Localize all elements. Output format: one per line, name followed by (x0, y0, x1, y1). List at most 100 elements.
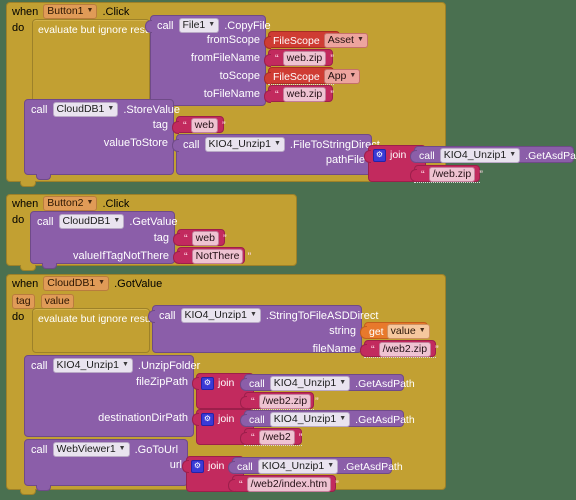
chevron-down-icon: ▼ (86, 7, 94, 14)
text-value[interactable]: web (190, 118, 218, 133)
component-dropdown-kio4-unzip1[interactable]: KIO4_Unzip1 ▼ (52, 358, 133, 373)
chevron-down-icon: ▼ (121, 361, 129, 368)
component-dropdown-kio4-unzip1[interactable]: KIO4_Unzip1 ▼ (180, 308, 261, 323)
chevron-down-icon: ▼ (509, 151, 517, 158)
arg-label-valueToStore: valueToStore (103, 137, 168, 149)
chevron-down-icon: ▼ (273, 140, 281, 147)
text-block-web-tag-2[interactable]: “ web ” (173, 229, 227, 246)
event-param-value[interactable]: value (40, 293, 74, 309)
block-bottom-notch (36, 485, 51, 491)
text-block-web2-dir[interactable]: “ /web2 ” (240, 428, 303, 445)
component-dropdown-kio4-unzip1[interactable]: KIO4_Unzip1 ▼ (439, 148, 521, 163)
helper-filescope-asset[interactable]: FileScope Asset ▼ (264, 31, 368, 49)
get-variable-value[interactable]: get value ▼ (360, 322, 430, 339)
chevron-down-icon: ▼ (86, 199, 94, 206)
open-quote-icon: “ (251, 431, 255, 444)
text-value[interactable]: /web2/index.htm (246, 477, 332, 492)
filescope-option-dropdown[interactable]: Asset ▼ (323, 33, 368, 48)
variable-dropdown[interactable]: value ▼ (386, 324, 430, 339)
component-dropdown-button1[interactable]: Button1 ▼ (43, 4, 98, 19)
event-bottom-notch-1 (20, 181, 36, 187)
text-value[interactable]: web.zip (282, 51, 327, 66)
do-label-2: do (12, 214, 25, 226)
component-dropdown-file1[interactable]: File1 ▼ (178, 18, 220, 33)
arg-label-toScope: toScope (219, 70, 260, 82)
block-bottom-notch (42, 263, 57, 269)
arg-label-valueIfTagNotThere: valueIfTagNotThere (73, 250, 169, 262)
open-quote-icon: “ (421, 168, 425, 181)
component-dropdown-clouddb1[interactable]: CloudDB1 ▼ (52, 102, 119, 117)
component-dropdown-kio4-unzip1[interactable]: KIO4_Unzip1 ▼ (269, 376, 351, 391)
text-block-notthere[interactable]: “ NotThere ” (173, 247, 251, 264)
text-value[interactable]: /web.zip (428, 167, 476, 182)
chevron-down-icon: ▼ (418, 327, 426, 334)
text-block-web-zip-path-1[interactable]: “ /web.zip ” (410, 165, 483, 182)
chevron-down-icon: ▼ (98, 279, 106, 286)
open-quote-icon: “ (251, 395, 255, 408)
text-value[interactable]: /web2.zip (378, 342, 432, 357)
open-quote-icon: “ (184, 250, 188, 263)
call-kio4-getasdpath-3[interactable]: call KIO4_Unzip1 ▼ .GetAsdPath (240, 410, 415, 427)
block-highlight-underline (244, 445, 302, 446)
arg-label-toFileName: toFileName (203, 88, 260, 100)
event-param-tag[interactable]: tag (12, 293, 35, 309)
component-dropdown-button2[interactable]: Button2 ▼ (43, 196, 98, 211)
chevron-down-icon: ▼ (327, 462, 335, 469)
evaluate-but-ignore-result-1[interactable]: evaluate but ignore result (32, 19, 156, 106)
chevron-down-icon: ▼ (339, 415, 347, 422)
text-block-web-zip-1[interactable]: “ web.zip ” (264, 49, 334, 67)
call-kio4-getasdpath-2[interactable]: call KIO4_Unzip1 ▼ .GetAsdPath (240, 374, 415, 391)
text-value[interactable]: web.zip (282, 87, 327, 102)
component-dropdown-clouddb1[interactable]: CloudDB1 ▼ (43, 276, 110, 291)
text-block-web-zip-2[interactable]: “ web.zip ” (264, 85, 334, 103)
blocks-canvas[interactable]: when Button1 ▼ .Click do evaluate but ign… (0, 0, 576, 500)
call-kio4-getasdpath-1[interactable]: call KIO4_Unzip1▼ .GetAsdPath (410, 146, 576, 163)
arg-label-destinationDirPath: destinationDirPath (98, 412, 188, 424)
block-bottom-notch (36, 174, 51, 180)
text-value[interactable]: /web2.zip (258, 394, 312, 409)
close-quote-icon: ” (221, 119, 226, 132)
chevron-down-icon: ▼ (249, 311, 257, 318)
chevron-down-icon: ▼ (356, 36, 364, 43)
open-quote-icon: “ (275, 52, 279, 65)
helper-filescope-app[interactable]: FileScope App ▼ (264, 67, 361, 85)
evaluate-but-ignore-result-2[interactable]: evaluate but ignore result (32, 308, 156, 353)
chevron-down-icon: ▼ (118, 445, 126, 452)
component-dropdown-kio4-unzip1[interactable]: KIO4_Unzip1 ▼ (257, 459, 339, 474)
close-quote-icon: ” (330, 88, 334, 101)
arg-label-tag-get: tag (153, 232, 169, 244)
block-highlight-underline (414, 182, 480, 183)
arg-label-url: url (169, 459, 182, 471)
text-block-web2-index-htm[interactable]: “ /web2/index.htm ” (228, 475, 339, 492)
event-params-row: tag value (12, 293, 112, 309)
component-dropdown-kio4-unzip1[interactable]: KIO4_Unzip1 ▼ (269, 412, 351, 427)
arg-label-fromScope: fromScope (206, 34, 260, 46)
component-dropdown-kio4-unzip1[interactable]: KIO4_Unzip1 ▼ (204, 137, 285, 152)
do-label-3: do (12, 311, 25, 323)
chevron-down-icon: ▼ (349, 72, 357, 79)
component-dropdown-clouddb1[interactable]: CloudDB1 ▼ (58, 214, 125, 229)
mutator-gear-icon[interactable] (373, 148, 386, 162)
when-label: when (12, 5, 39, 18)
text-block-web2-zip-1[interactable]: “ /web2.zip ” (360, 340, 439, 357)
text-value[interactable]: /web2 (258, 430, 295, 445)
mutator-gear-icon[interactable] (201, 412, 214, 426)
mutator-gear-icon[interactable] (191, 459, 204, 473)
component-dropdown-webviewer1[interactable]: WebViewer1 ▼ (52, 442, 130, 457)
event-bottom-notch-3 (20, 489, 36, 495)
text-value[interactable]: web (191, 231, 219, 246)
text-block-web-tag-1[interactable]: “ web ” (172, 116, 226, 134)
arg-label-string: string (329, 325, 356, 337)
open-quote-icon: “ (184, 232, 188, 245)
text-value[interactable]: NotThere (191, 249, 244, 264)
arg-label-fileName: fileName (312, 343, 356, 355)
call-kio4-getasdpath-4[interactable]: call KIO4_Unzip1 ▼ .GetAsdPath (228, 457, 403, 474)
chevron-down-icon: ▼ (113, 217, 121, 224)
event-name-label: .Click (102, 5, 130, 18)
mutator-gear-icon[interactable] (201, 376, 214, 390)
event-header-gotvalue: when CloudDB1 ▼ .GotValue (12, 276, 163, 291)
close-quote-icon: ” (335, 478, 339, 491)
text-block-web2-zip-2[interactable]: “ /web2.zip ” (240, 392, 319, 409)
filescope-option-dropdown[interactable]: App ▼ (323, 69, 361, 84)
close-quote-icon: ” (298, 431, 303, 444)
